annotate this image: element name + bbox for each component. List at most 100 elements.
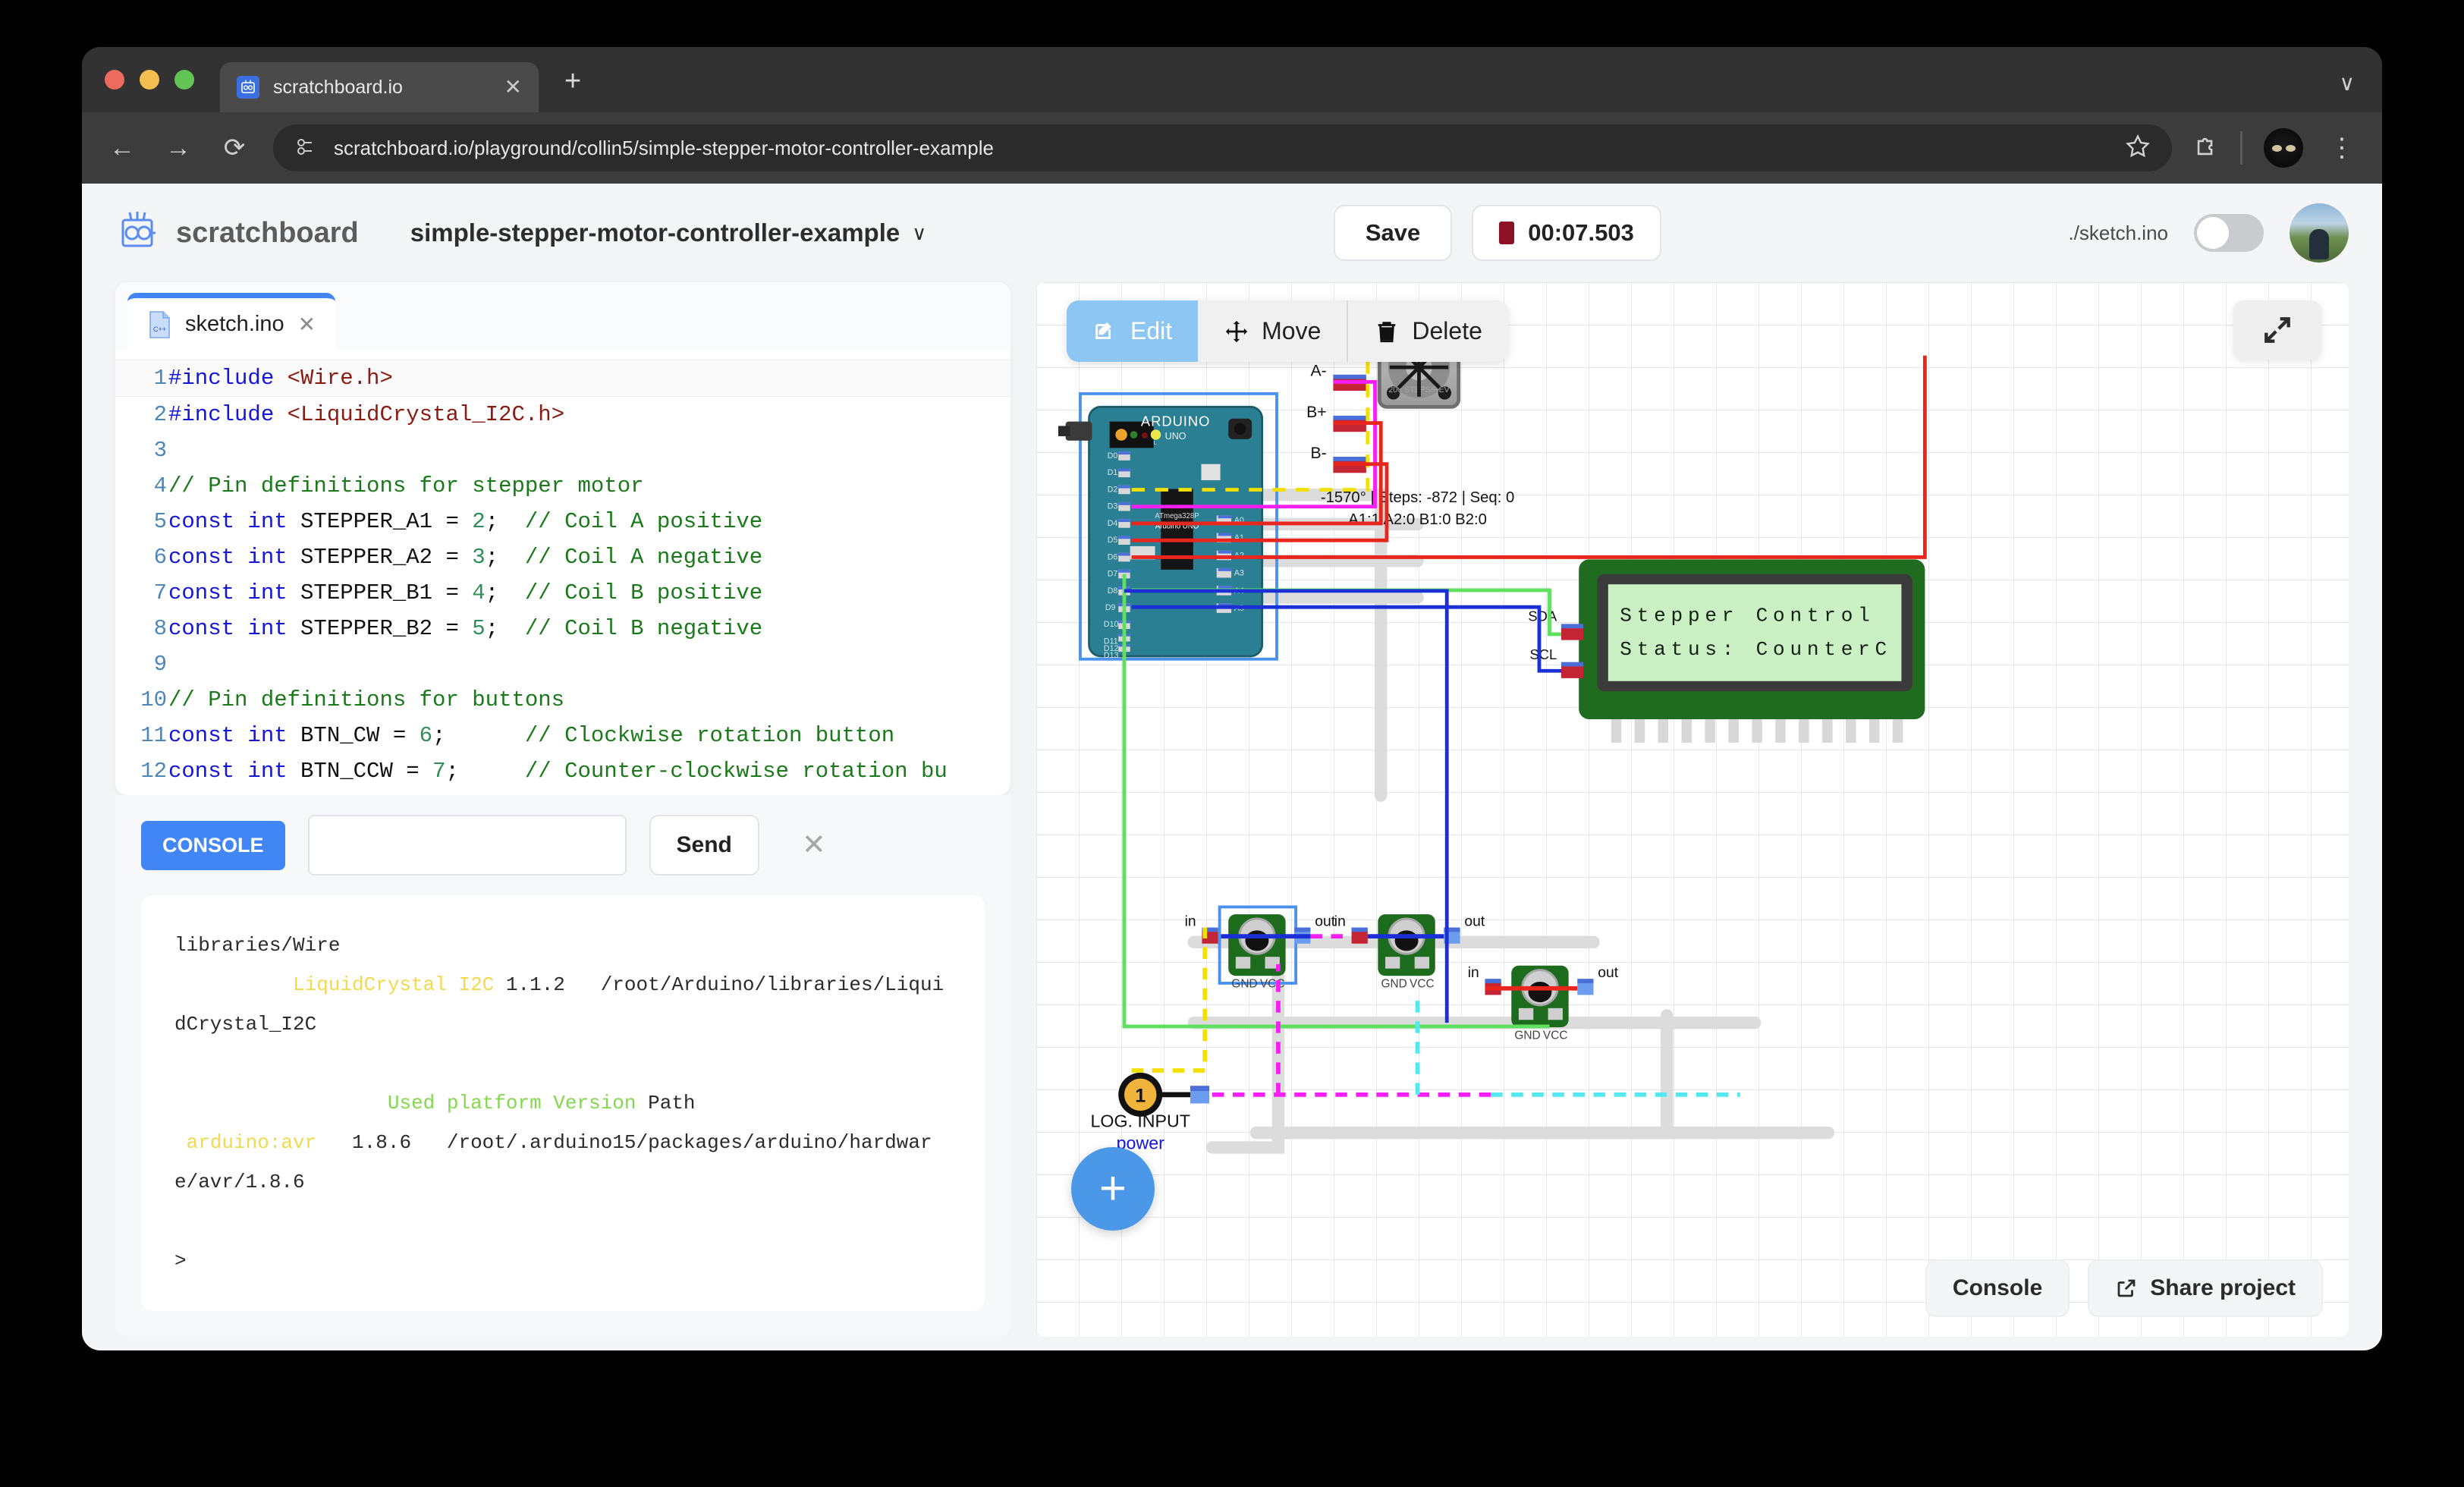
console-line: Used platform Version Path [174,1083,951,1123]
browser-toolbar: ← → ⟳ scratchboard.io/playground/collin5… [82,112,2382,184]
svg-text:D0: D0 [1108,451,1118,461]
tool-delete[interactable]: Delete [1347,300,1508,362]
svg-text:D7: D7 [1108,570,1118,579]
line-number: 13 [132,789,167,795]
scratchboard-logo-icon [115,209,159,257]
console-button[interactable]: Console [1925,1259,2070,1317]
close-icon[interactable]: ✕ [298,312,316,337]
url-text: scratchboard.io/playground/collin5/simpl… [334,136,994,159]
browser-tab-title: scratchboard.io [273,76,403,98]
line-number: 10 [140,687,167,712]
code-content[interactable]: 1#include <Wire.h> 2#include <LiquidCryst… [115,351,1010,795]
site-info-icon[interactable] [294,136,316,161]
line-number: 1 [153,366,167,391]
share-project-button[interactable]: Share project [2088,1259,2323,1317]
power-source: 1 LOG. INPUT power [1091,1072,1210,1152]
code-token: ; [432,723,525,748]
code-token: 5 [472,616,486,641]
maximize-window-button[interactable] [174,70,194,90]
motor-status-line2: A1:1 A2:0 B1:0 B2:0 [1348,511,1487,528]
line-number: 12 [140,759,167,784]
code-token: BTN_STOP = [300,794,445,795]
tool-edit[interactable]: Edit [1067,300,1199,362]
file-tab-label: sketch.ino [185,312,284,336]
profile-avatar[interactable] [2264,128,2303,168]
add-component-button[interactable]: + [1071,1147,1155,1231]
code-token: ; [485,580,525,605]
svg-text:out: out [1464,914,1485,930]
forward-icon[interactable]: → [161,135,196,161]
code-line: 11const int BTN_CW = 6; // Clockwise rot… [115,718,1010,753]
close-window-button[interactable] [105,70,124,90]
svg-text:ATmega328P: ATmega328P [1155,512,1199,520]
svg-text:D6: D6 [1108,552,1118,561]
console-segment [174,973,293,996]
project-name-dropdown[interactable]: simple-stepper-motor-controller-example … [410,218,927,247]
code-token: const int [168,509,301,534]
motor-status-line1: -1570° | Steps: -872 | Seq: 0 [1321,489,1514,506]
code-token: const int [168,723,301,748]
timer-value: 00:07.503 [1528,219,1634,246]
code-token: STEPPER_B2 = [300,616,473,641]
tool-move[interactable]: Move [1198,300,1347,362]
circuit-canvas[interactable]: Edit Move Delete L ARDUINO UNO ATmega328… [1036,282,2349,1337]
svg-text:in: in [1185,914,1196,930]
robot-favicon [237,76,259,99]
svg-text:VCC: VCC [1410,978,1435,991]
user-avatar[interactable] [2290,203,2349,263]
send-button[interactable]: Send [649,815,759,876]
app-header: scratchboard simple-stepper-motor-contro… [82,184,2382,282]
console-segment: libraries/Wire [174,934,341,957]
code-line: 7const int STEPPER_B1 = 4; // Coil B pos… [115,575,1010,611]
code-token: const int [168,616,301,641]
line-number: 6 [153,545,167,570]
fullscreen-button[interactable] [2233,300,2321,360]
timer-button[interactable]: 00:07.503 [1472,205,1661,261]
code-line: 12const int BTN_CCW = 7; // Counter-cloc… [115,753,1010,789]
new-tab-button[interactable]: + [564,67,581,96]
reload-icon[interactable]: ⟳ [217,135,252,161]
browser-tabstrip: scratchboard.io ✕ + ∨ [82,47,2382,112]
svg-text:ARDUINO: ARDUINO [1141,413,1210,429]
close-icon[interactable]: ✕ [504,77,522,98]
svg-text:GND: GND [1381,978,1406,991]
console-tab-badge[interactable]: CONSOLE [141,820,285,870]
brand-name: scratchboard [176,216,359,249]
console-panel: CONSOLE Send ✕ libraries/Wire LiquidCrys… [115,795,1010,1337]
extensions-icon[interactable] [2193,134,2219,163]
chevron-down-icon[interactable]: ∨ [2340,71,2356,96]
browser-tab[interactable]: scratchboard.io ✕ [220,62,539,112]
save-button[interactable]: Save [1333,205,1453,261]
bookmark-star-icon[interactable] [2125,134,2151,163]
svg-text:UNO: UNO [1165,431,1186,442]
address-bar[interactable]: scratchboard.io/playground/collin5/simpl… [273,124,2172,171]
back-icon[interactable]: ← [105,135,140,161]
file-tab-sketch-ino[interactable]: C++ sketch.ino ✕ [127,293,336,351]
console-input[interactable] [307,815,627,876]
code-line: 9 [115,646,1010,682]
code-line: 6const int STEPPER_A2 = 3; // Coil A neg… [115,539,1010,575]
browser-window: scratchboard.io ✕ + ∨ ← → ⟳ scratchboard… [82,47,2382,1350]
code-token: BTN_CCW = [300,759,433,784]
code-token: <Wire.h> [287,366,393,391]
chevron-down-icon: ∨ [912,221,927,244]
minimize-window-button[interactable] [140,70,159,90]
cpp-file-icon: C++ [147,310,171,339]
browser-menu-icon[interactable]: ⋮ [2324,135,2359,161]
stop-icon [1499,222,1515,244]
svg-text:SCL: SCL [1529,646,1557,662]
external-link-icon [2117,1279,2136,1297]
sketch-toggle[interactable] [2194,214,2264,252]
console-output: libraries/Wire LiquidCrystal I2C 1.1.2 /… [141,895,985,1311]
brand[interactable]: scratchboard [115,209,359,257]
pencil-square-icon [1095,322,1111,339]
button-module-3: GND VCC in out [1468,965,1619,1042]
svg-text:GND: GND [1231,978,1257,991]
console-segment: Path [636,1092,696,1114]
svg-text:D3: D3 [1108,502,1118,511]
svg-text:D9: D9 [1105,603,1116,612]
trash-icon [1378,321,1396,342]
close-icon[interactable]: ✕ [802,831,826,860]
svg-text:D13: D13 [1104,651,1119,660]
